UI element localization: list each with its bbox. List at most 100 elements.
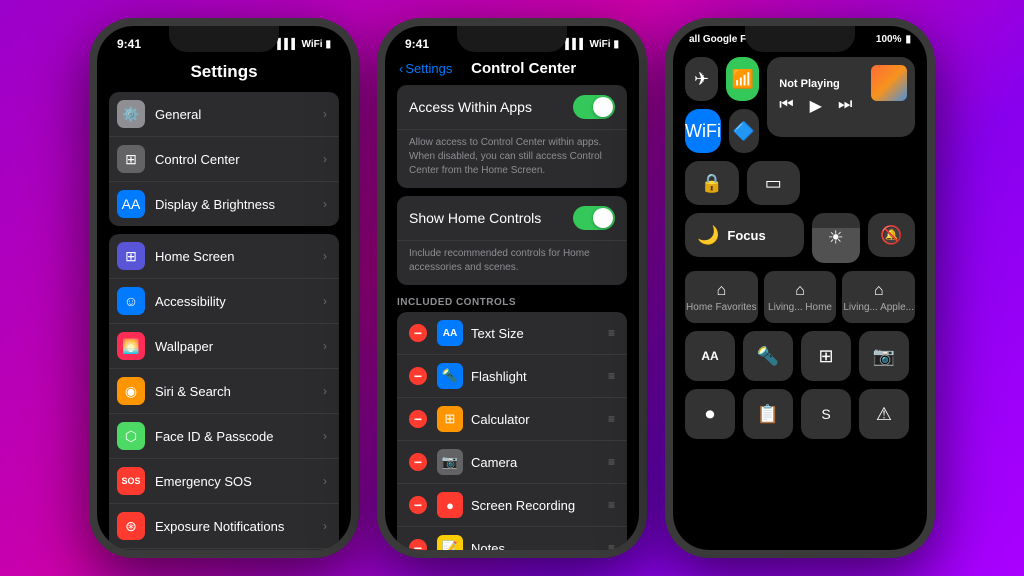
signal-icon-2: ▌▌▌ xyxy=(565,39,586,50)
play-pause-icon[interactable]: ▶ xyxy=(810,96,822,116)
access-within-apps-desc: Allow access to Control Center within ap… xyxy=(397,130,627,188)
phone-settings: 9:41 ▌▌▌ WiFi ▮ Settings ⚙️ General › ⊞ … xyxy=(89,18,359,558)
controls-list: − AA Text Size ≡ − 🔦 Flashlight ≡ − ⊞ Ca… xyxy=(397,312,627,550)
control-item-screen-recording[interactable]: − ● Screen Recording ≡ xyxy=(397,484,627,527)
home-screen-chevron: › xyxy=(323,249,327,263)
battery-percent: 100% xyxy=(876,34,902,45)
home-favorites-label: Home Favorites xyxy=(686,302,757,313)
carrier-label: all Google Fi xyxy=(689,34,749,45)
cc-header: ‹ Settings Control Center xyxy=(385,58,639,85)
home-favorites-cell[interactable]: ⌂ Home Favorites xyxy=(685,271,758,323)
back-label: Settings xyxy=(405,61,452,76)
prev-track-icon[interactable]: ⏮ xyxy=(779,96,793,116)
settings-item-emergency[interactable]: SOS Emergency SOS › xyxy=(109,459,339,504)
screen-mirror-btn[interactable]: ▭ xyxy=(747,161,801,205)
back-button[interactable]: ‹ Settings xyxy=(399,61,452,76)
next-track-icon[interactable]: ⏭ xyxy=(838,96,852,116)
flashlight-bottom-btn[interactable]: 🔦 xyxy=(743,331,793,381)
camera-label: Camera xyxy=(471,455,608,470)
brightness-slider[interactable]: ☀ xyxy=(812,213,860,263)
status-icons-2: ▌▌▌ WiFi ▮ xyxy=(565,39,619,50)
wifi-btn[interactable]: WiFi xyxy=(685,109,721,153)
calculator-bottom-btn[interactable]: ⊞ xyxy=(801,331,851,381)
rotation-lock-btn[interactable]: 🔒 xyxy=(685,161,739,205)
living-apple-cell[interactable]: ⌂ Living... Apple... xyxy=(842,271,915,323)
calculator-drag-handle[interactable]: ≡ xyxy=(608,412,615,426)
home-screen-label: Home Screen xyxy=(155,249,323,264)
remove-camera-btn[interactable]: − xyxy=(409,453,427,471)
screen-recording-label: Screen Recording xyxy=(471,498,608,513)
access-within-apps-toggle[interactable] xyxy=(573,95,615,119)
remove-screen-recording-btn[interactable]: − xyxy=(409,496,427,514)
mute-btn[interactable]: 🔕 xyxy=(868,213,916,257)
remove-notes-btn[interactable]: − xyxy=(409,539,427,550)
wallpaper-label: Wallpaper xyxy=(155,339,323,354)
battery-status: 100% ▮ xyxy=(876,34,911,45)
accessibility-chevron: › xyxy=(323,294,327,308)
media-artwork xyxy=(871,65,907,101)
settings-item-siri[interactable]: ◉ Siri & Search › xyxy=(109,369,339,414)
moon-icon: 🌙 xyxy=(697,225,719,246)
settings-item-wallpaper[interactable]: 🌅 Wallpaper › xyxy=(109,324,339,369)
settings-item-general[interactable]: ⚙️ General › xyxy=(109,92,339,137)
textsize-label: Text Size xyxy=(471,326,608,341)
text-size-btn[interactable]: AA xyxy=(685,331,735,381)
control-center-label: Control Center xyxy=(155,152,323,167)
alert-btn[interactable]: ⚠ xyxy=(859,389,909,439)
access-within-apps-row[interactable]: Access Within Apps xyxy=(397,85,627,130)
control-item-notes[interactable]: − 📝 Notes ≡ xyxy=(397,527,627,550)
show-home-controls-toggle[interactable] xyxy=(573,206,615,230)
settings-item-faceid[interactable]: ⬡ Face ID & Passcode › xyxy=(109,414,339,459)
settings-title: Settings xyxy=(97,58,351,92)
camera-bottom-btn[interactable]: 📷 xyxy=(859,331,909,381)
faceid-icon: ⬡ xyxy=(117,422,145,450)
phone-control-center: 9:41 ▌▌▌ WiFi ▮ ‹ Settings Control Cente… xyxy=(377,18,647,558)
access-within-apps-label: Access Within Apps xyxy=(409,99,573,115)
settings-item-home-screen[interactable]: ⊞ Home Screen › xyxy=(109,234,339,279)
notes-icon: 📝 xyxy=(437,535,463,550)
remove-flashlight-btn[interactable]: − xyxy=(409,367,427,385)
control-item-textsize[interactable]: − AA Text Size ≡ xyxy=(397,312,627,355)
settings-item-accessibility[interactable]: ☺ Accessibility › xyxy=(109,279,339,324)
shazam-btn[interactable]: S xyxy=(801,389,851,439)
textsize-drag-handle[interactable]: ≡ xyxy=(608,326,615,340)
cc-wifi-bt-row: WiFi 🔷 xyxy=(685,109,759,153)
airplane-mode-btn[interactable]: ✈ xyxy=(685,57,718,101)
notes-drag-handle[interactable]: ≡ xyxy=(608,541,615,550)
access-within-apps-card: Access Within Apps Allow access to Contr… xyxy=(397,85,627,188)
flashlight-label: Flashlight xyxy=(471,369,608,384)
included-controls-label: INCLUDED CONTROLS xyxy=(385,293,639,312)
show-home-controls-row[interactable]: Show Home Controls xyxy=(397,196,627,241)
screen-recording-drag-handle[interactable]: ≡ xyxy=(608,498,615,512)
camera-drag-handle[interactable]: ≡ xyxy=(608,455,615,469)
control-item-flashlight[interactable]: − 🔦 Flashlight ≡ xyxy=(397,355,627,398)
bluetooth-btn[interactable]: 🔷 xyxy=(729,109,759,153)
exposure-chevron: › xyxy=(323,519,327,533)
focus-btn[interactable]: 🌙 Focus xyxy=(685,213,804,257)
control-item-camera[interactable]: − 📷 Camera ≡ xyxy=(397,441,627,484)
settings-group-2: ⊞ Home Screen › ☺ Accessibility › 🌅 Wall… xyxy=(109,234,339,550)
settings-item-exposure[interactable]: ⊛ Exposure Notifications › xyxy=(109,504,339,549)
general-chevron: › xyxy=(323,107,327,121)
flashlight-drag-handle[interactable]: ≡ xyxy=(608,369,615,383)
phone-cc-ui: all Google Fi 100% ▮ ✈ 📶 WiFi xyxy=(665,18,935,558)
notch-3 xyxy=(745,26,855,52)
settings-item-battery[interactable]: 🔋 Battery › xyxy=(109,549,339,550)
calculator-icon: ⊞ xyxy=(437,406,463,432)
control-item-calculator[interactable]: − ⊞ Calculator ≡ xyxy=(397,398,627,441)
phones-container: 9:41 ▌▌▌ WiFi ▮ Settings ⚙️ General › ⊞ … xyxy=(79,8,945,568)
cc-row-1: ✈ 📶 WiFi 🔷 Not Playing ⏮ ▶ xyxy=(685,57,915,153)
emergency-chevron: › xyxy=(323,474,327,488)
settings-item-control-center[interactable]: ⊞ Control Center › xyxy=(109,137,339,182)
cellular-btn[interactable]: 📶 xyxy=(726,57,759,101)
living-home-cell[interactable]: ⌂ Living... Home xyxy=(764,271,837,323)
home-favorites-icon: ⌂ xyxy=(717,282,727,300)
notes-bottom-btn[interactable]: 📋 xyxy=(743,389,793,439)
emergency-label: Emergency SOS xyxy=(155,474,323,489)
screen-record-bottom-btn[interactable]: ⏺ xyxy=(685,389,735,439)
remove-textsize-btn[interactable]: − xyxy=(409,324,427,342)
wifi-icon: WiFi xyxy=(301,39,322,50)
media-player-block[interactable]: Not Playing ⏮ ▶ ⏭ xyxy=(767,57,915,137)
remove-calculator-btn[interactable]: − xyxy=(409,410,427,428)
settings-item-display[interactable]: AA Display & Brightness › xyxy=(109,182,339,226)
